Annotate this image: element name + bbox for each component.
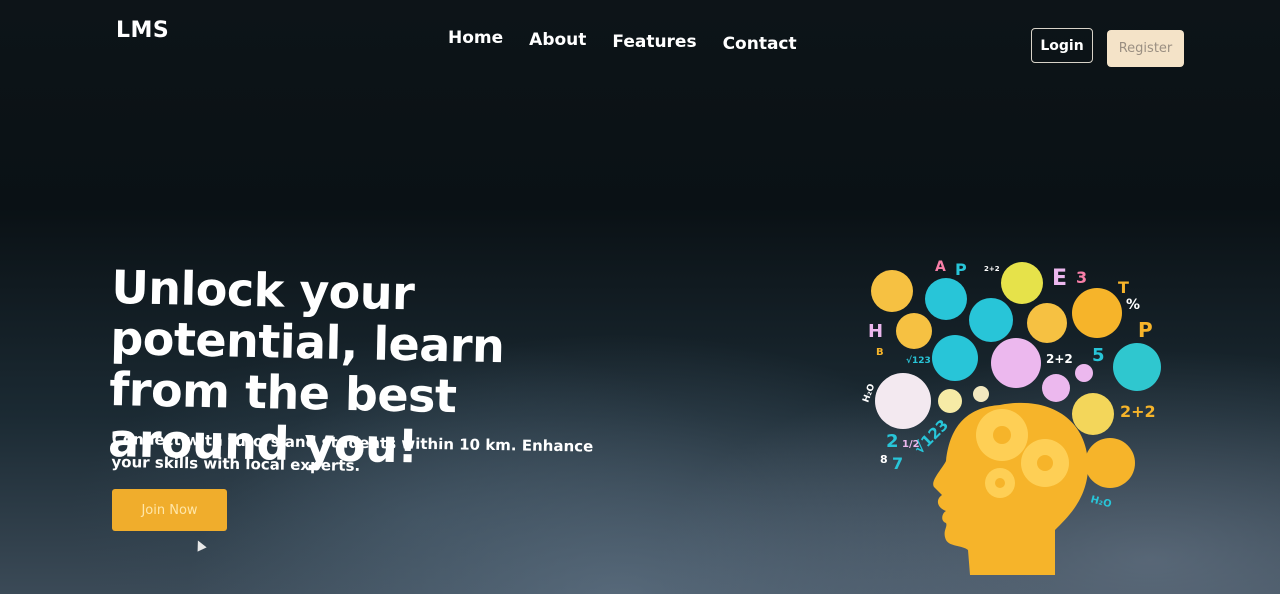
hero-subtitle: Connect with tutors and students within …: [111, 429, 594, 475]
login-button[interactable]: Login: [1031, 28, 1093, 63]
symbol-p: P: [955, 260, 967, 279]
symbol-7: 7: [892, 454, 903, 473]
nav-about[interactable]: About: [529, 30, 586, 54]
symbol-sqrt-small: √123: [906, 355, 931, 366]
symbol-3: 3: [1076, 268, 1087, 287]
nav-contact[interactable]: Contact: [723, 34, 797, 54]
logo[interactable]: LMS: [116, 18, 169, 43]
symbol-2plus2-mid: 2+2: [1046, 352, 1073, 366]
mouse-cursor-icon: [193, 538, 207, 552]
nav-features[interactable]: Features: [612, 32, 696, 54]
main-nav: Home About Features Contact: [448, 28, 797, 54]
symbol-5: 5: [1092, 345, 1105, 366]
screen: LMS Home About Features Contact Login Re…: [0, 0, 1280, 594]
symbol-2plus2-right: 2+2: [1120, 402, 1156, 421]
learning-head-illustration-icon: A P 2+2 E 3 T % P H B √123 2+2 5 2+2 H₂O…: [861, 259, 1161, 575]
symbol-h2o-right: H₂O: [1089, 494, 1112, 510]
nav-home[interactable]: Home: [448, 28, 503, 54]
symbol-a: A: [935, 259, 946, 275]
symbol-percent: %: [1126, 297, 1140, 313]
join-now-button[interactable]: Join Now: [112, 489, 227, 531]
symbol-h: H: [868, 321, 883, 342]
symbol-p2: P: [1138, 318, 1153, 342]
symbol-e: E: [1052, 266, 1067, 291]
symbol-2: 2: [886, 431, 899, 452]
symbol-2plus2-top: 2+2: [984, 265, 1000, 273]
register-button[interactable]: Register: [1107, 30, 1184, 67]
symbol-8: 8: [880, 453, 888, 466]
symbol-t: T: [1118, 278, 1129, 297]
symbol-b: B: [876, 347, 884, 358]
